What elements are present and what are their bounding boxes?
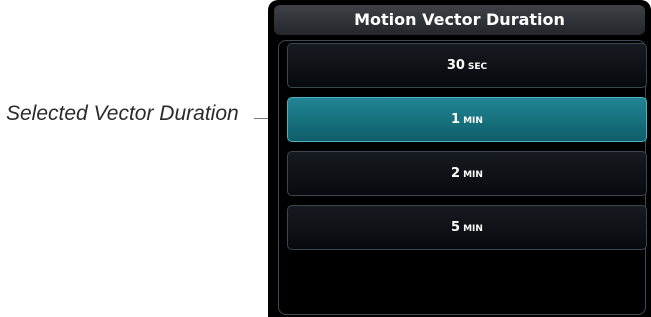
motion-vector-duration-panel: Motion Vector Duration 30 SEC 1 MIN 2 MIN 5… bbox=[268, 0, 651, 317]
callout-label: Selected Vector Duration bbox=[6, 102, 239, 125]
option-unit: SEC bbox=[467, 62, 488, 72]
option-value: 2 bbox=[451, 166, 461, 181]
duration-option-list: 30 SEC 1 MIN 2 MIN 5 MIN bbox=[278, 40, 647, 315]
option-unit: MIN bbox=[463, 116, 483, 126]
option-5-min-button[interactable]: 5 MIN bbox=[287, 205, 647, 250]
option-2-min-button[interactable]: 2 MIN bbox=[287, 151, 647, 196]
option-unit: MIN bbox=[463, 170, 483, 180]
option-value: 30 bbox=[446, 58, 465, 73]
option-1-min-button[interactable]: 1 MIN bbox=[287, 97, 647, 142]
option-value: 5 bbox=[451, 220, 461, 235]
panel-title: Motion Vector Duration bbox=[274, 5, 645, 35]
option-value: 1 bbox=[451, 112, 461, 127]
option-30-sec-button[interactable]: 30 SEC bbox=[287, 43, 647, 88]
option-unit: MIN bbox=[463, 224, 483, 234]
